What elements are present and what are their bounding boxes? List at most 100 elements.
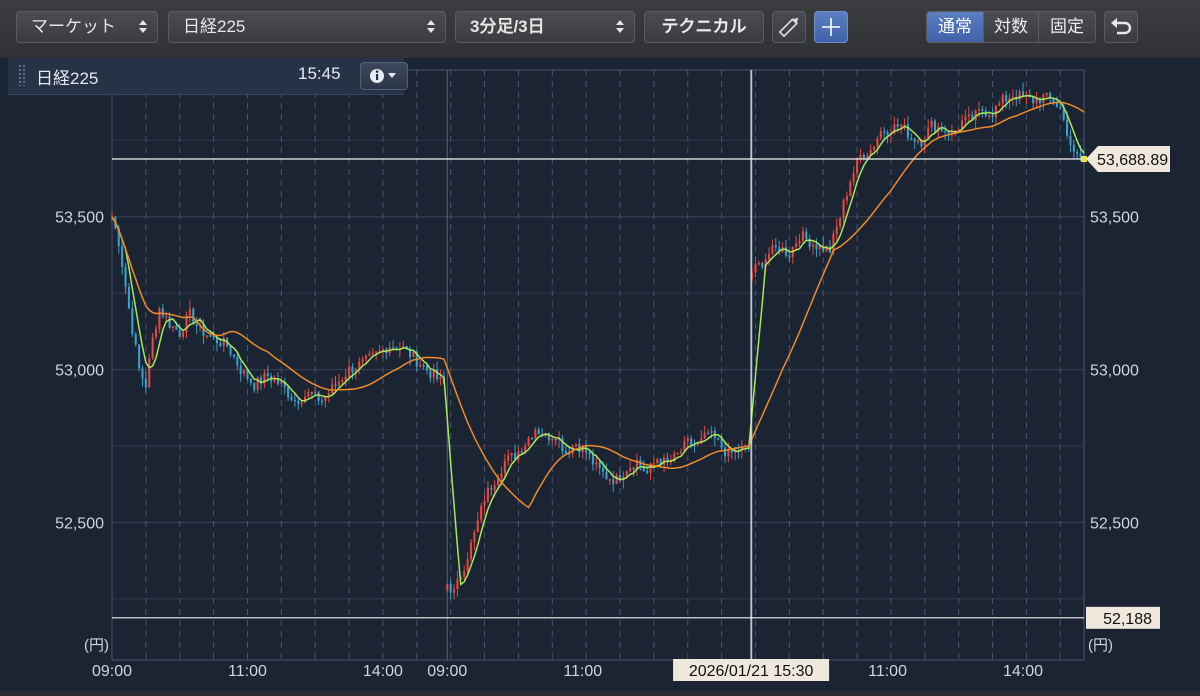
candle-body <box>337 381 340 386</box>
candle-body <box>1005 94 1008 102</box>
candle-body <box>906 124 909 139</box>
candle-body <box>1055 102 1058 108</box>
candle-body <box>239 365 242 374</box>
candle-body <box>520 451 523 453</box>
candle-body <box>148 358 151 388</box>
candle-body <box>988 115 991 117</box>
candle-body <box>195 324 198 326</box>
candle-body <box>219 343 222 347</box>
candle <box>469 538 473 562</box>
draw-tool-button[interactable] <box>772 11 806 43</box>
candle-body <box>1072 144 1075 152</box>
candle-body <box>812 244 815 247</box>
pencil-icon <box>778 17 799 38</box>
candle-body <box>602 467 605 472</box>
candle-body <box>412 351 415 358</box>
y-unit-label-left: (円) <box>84 637 109 654</box>
candle-body <box>165 316 168 319</box>
candle-body <box>879 131 882 139</box>
crosshair-time-label: 2026/01/21 15:30 <box>689 663 814 680</box>
interval-select[interactable]: 3分足/3日 <box>455 11 635 43</box>
candle-body <box>883 131 886 133</box>
candle-body <box>615 474 618 484</box>
candle-body <box>453 589 456 593</box>
y-tick-label-left: 52,500 <box>55 515 104 532</box>
candle-body <box>527 438 530 446</box>
candle-body <box>456 578 459 590</box>
candle-body <box>784 247 788 256</box>
candle-body <box>381 349 384 351</box>
candle-body <box>138 344 141 369</box>
candle-body <box>483 501 486 506</box>
info-menu-button[interactable] <box>360 62 408 90</box>
candle-body <box>307 391 310 397</box>
candle-body <box>944 130 947 133</box>
candle-body <box>1032 97 1035 104</box>
candle-body <box>537 429 540 435</box>
candle-body <box>249 379 252 383</box>
candle-body <box>314 391 317 394</box>
market-select[interactable]: マーケット <box>16 11 158 43</box>
scale-fixed-button[interactable]: 固定 <box>1038 11 1096 43</box>
candle-body <box>967 114 970 117</box>
candle-body <box>1018 91 1021 100</box>
candle-body <box>131 308 134 334</box>
candle-body <box>646 470 649 474</box>
technical-button[interactable]: テクニカル <box>644 11 764 43</box>
candle-body <box>849 181 852 197</box>
chart-area[interactable]: 53,500 53,500 53,000 53,000 52,500 52,500 09:0… <box>0 58 1200 691</box>
candle <box>480 502 483 524</box>
x-tick-label: 14:00 <box>1003 663 1043 680</box>
candle-body <box>486 487 489 502</box>
x-tick-label: 11:00 <box>868 663 907 680</box>
candle-body <box>964 116 967 121</box>
candle-body <box>222 337 225 347</box>
candle-body <box>171 326 175 328</box>
candle-body <box>293 399 296 402</box>
candle-body <box>310 391 313 394</box>
interval-select-label: 3分足/3日 <box>470 17 545 36</box>
candle-body <box>500 473 503 479</box>
candle-body <box>344 376 347 381</box>
candle-body <box>317 391 320 401</box>
crosshair-price-label: 52,188 <box>1103 611 1152 628</box>
candle <box>412 351 415 358</box>
y-tick-label-right: 53,500 <box>1090 210 1139 227</box>
candle-body <box>815 244 818 250</box>
candle-body <box>774 245 777 248</box>
candle-body <box>612 479 615 484</box>
candle-body <box>896 124 899 127</box>
crosshair-button[interactable] <box>814 11 848 43</box>
candle-body <box>933 120 937 132</box>
reset-button[interactable] <box>1104 11 1138 43</box>
scale-normal-button[interactable]: 通常 <box>926 11 984 43</box>
candle-body <box>856 158 859 173</box>
candle-body <box>839 218 842 227</box>
candle-body <box>805 231 808 239</box>
candle-body <box>1001 94 1004 104</box>
candle-body <box>503 460 506 474</box>
candlestick-chart[interactable]: 53,500 53,500 53,000 53,000 52,500 52,500 09:0… <box>0 58 1200 691</box>
candle-body <box>795 243 798 247</box>
panel-symbol: 日経225 <box>36 69 99 88</box>
candle-body <box>463 571 466 578</box>
candle-body <box>429 370 432 378</box>
toolbar: マーケット 日経225 3分足/3日 テクニカル 通常 対数 固定 <box>0 0 1200 58</box>
candle-body <box>348 366 351 377</box>
candle-body <box>994 105 997 118</box>
candle-body <box>361 359 364 362</box>
drag-grip-icon[interactable] <box>18 64 26 86</box>
scale-log-button[interactable]: 対数 <box>983 11 1039 43</box>
candle-body <box>605 471 608 480</box>
symbol-select[interactable]: 日経225 <box>168 11 446 43</box>
info-panel: 日経225 15:45 <box>8 58 408 95</box>
candle-body <box>154 328 158 338</box>
candle-body <box>903 124 906 126</box>
market-select-label: マーケット <box>31 17 116 36</box>
candle-body <box>710 430 713 434</box>
candle-body <box>574 443 578 447</box>
candle-body <box>998 103 1001 106</box>
updown-arrow-icon <box>616 19 624 35</box>
candle-body <box>469 542 473 560</box>
candle-body <box>551 438 554 441</box>
